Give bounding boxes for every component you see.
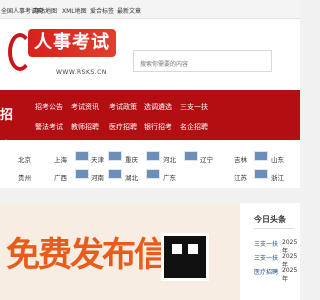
nav-item-bank[interactable]: 银行招考 [144, 122, 176, 132]
city-link[interactable]: 广东 [163, 172, 176, 182]
nav-item-policy[interactable]: 考试政策 [109, 102, 141, 112]
top-bar: 全国人事考试网 网站地图 XML地图 爱合标签 最新文章 [0, 0, 300, 19]
city-thumbnail[interactable] [254, 151, 268, 161]
city-thumbnail[interactable] [146, 169, 160, 179]
nav-item-teacher[interactable]: 教师招聘 [71, 122, 103, 132]
headline-sidebar: 今日头条 三支一扶 2025年 三支一扶 2025年 医疗招聘 2025年 [240, 203, 300, 300]
city-thumbnail[interactable] [75, 151, 89, 161]
headline-year: 2025年 [282, 267, 298, 283]
search-box[interactable] [133, 50, 283, 75]
city-thumbnail[interactable] [75, 169, 89, 179]
city-link[interactable]: 湖北 [125, 172, 138, 182]
city-link[interactable]: 山东 [271, 154, 284, 164]
city-thumbnail[interactable] [108, 169, 122, 179]
sidebar-title: 今日头条 [254, 215, 286, 224]
site-header: 人事考试 WWW.RSKS.CN [0, 19, 300, 90]
top-link-tags[interactable]: 爱合标签 [90, 6, 114, 15]
city-link[interactable]: 重庆 [125, 154, 138, 164]
qr-code-icon [161, 233, 209, 281]
city-link[interactable]: 天津 [91, 154, 104, 164]
promo-banner[interactable]: 免费发布信息 [0, 203, 240, 300]
nav-item-news[interactable]: 考试资讯 [71, 102, 103, 112]
city-link[interactable]: 广西 [54, 172, 67, 182]
city-thumbnail[interactable] [108, 151, 122, 161]
nav-item-enterprise[interactable]: 名企招聘 [180, 122, 212, 132]
city-link[interactable]: 上海 [54, 154, 67, 164]
nav-item-selection[interactable]: 选调遴选 [144, 102, 176, 112]
headline-link[interactable]: 三支一扶 [254, 253, 278, 262]
top-link-latest[interactable]: 最新文章 [117, 6, 141, 15]
city-grid: 北京 上海 天津 重庆 河北 辽宁 吉林 山东 贵州 广西 河南 湖北 广东 江… [0, 140, 300, 188]
city-link[interactable]: 河北 [163, 154, 176, 164]
category-nav: 招考 招考公告 考试资讯 考试政策 选调遴选 三支一扶 警法考试 教师招聘 医疗… [0, 90, 300, 155]
search-input[interactable] [134, 55, 283, 75]
headline-link[interactable]: 三支一扶 [254, 239, 278, 248]
city-thumbnail[interactable] [146, 151, 160, 161]
nav-title: 招考 [0, 108, 14, 155]
city-thumbnail[interactable] [184, 151, 198, 161]
city-link[interactable]: 浙江 [271, 172, 284, 182]
headline-link[interactable]: 医疗招聘 [254, 267, 278, 276]
top-link-sitemap[interactable]: 网站地图 [33, 6, 57, 15]
nav-item-announcement[interactable]: 招考公告 [35, 102, 67, 112]
city-link[interactable]: 北京 [18, 154, 31, 164]
city-link[interactable]: 贵州 [18, 172, 31, 182]
section-divider [0, 188, 300, 203]
city-link[interactable]: 江苏 [234, 172, 247, 182]
sidebar-divider [254, 228, 294, 229]
city-link[interactable]: 吉林 [234, 154, 247, 164]
logo-subtitle: WWW.RSKS.CN [56, 69, 107, 76]
city-link[interactable]: 河南 [91, 172, 104, 182]
top-link-xmlmap[interactable]: XML地图 [62, 6, 87, 15]
nav-item-medical[interactable]: 医疗招聘 [109, 122, 141, 132]
nav-item-police[interactable]: 警法考试 [35, 122, 67, 132]
city-thumbnail[interactable] [254, 169, 268, 179]
city-link[interactable]: 辽宁 [200, 154, 213, 164]
site-logo[interactable]: 人事考试 [28, 29, 116, 57]
nav-item-sanzhi[interactable]: 三支一扶 [180, 102, 212, 112]
